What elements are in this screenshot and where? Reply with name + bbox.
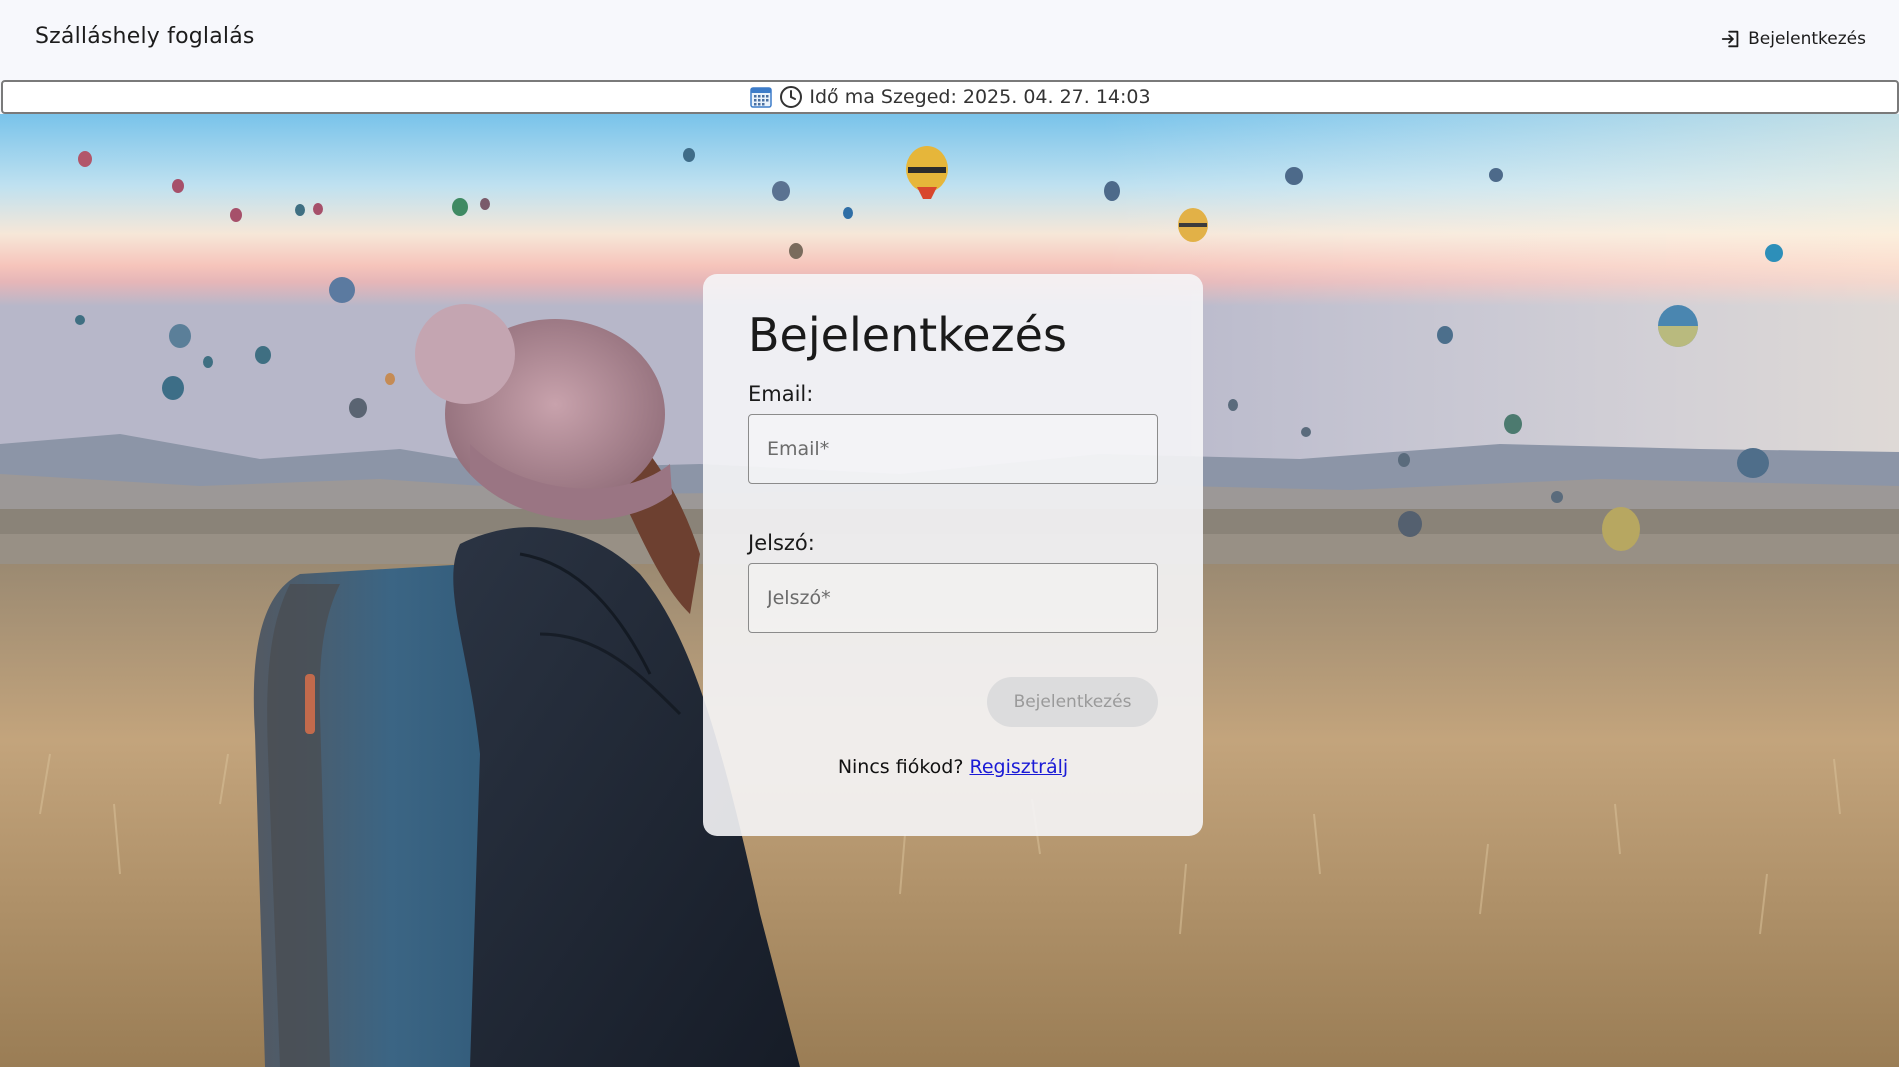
login-icon bbox=[1721, 30, 1739, 48]
email-label: Email: bbox=[748, 382, 814, 406]
login-card: Bejelentkezés Email: Jelszó: Bejelentkez… bbox=[703, 274, 1203, 836]
password-label: Jelszó: bbox=[748, 531, 815, 555]
email-input[interactable] bbox=[748, 414, 1158, 484]
signup-prompt: Nincs fiókod? bbox=[837, 756, 964, 778]
clock-icon bbox=[780, 86, 803, 108]
register-link[interactable]: Regisztrálj bbox=[969, 756, 1068, 778]
header-login-label: Bejelentkezés bbox=[1748, 29, 1866, 49]
date-time-text: Idő ma Szeged: 2025. 04. 27. 14:03 bbox=[809, 86, 1151, 108]
calendar-icon bbox=[750, 87, 773, 108]
password-input[interactable] bbox=[748, 563, 1158, 633]
login-title: Bejelentkezés bbox=[748, 308, 1067, 362]
signup-row: Nincs fiókod? Regisztrálj bbox=[703, 756, 1203, 778]
app-bar: Szálláshely foglalás Bejelentkezés bbox=[0, 0, 1899, 80]
header-login-button[interactable]: Bejelentkezés bbox=[1720, 28, 1866, 50]
login-submit-button[interactable]: Bejelentkezés bbox=[987, 677, 1158, 727]
app-brand-title[interactable]: Szálláshely foglalás bbox=[35, 24, 255, 49]
date-time-bar: Idő ma Szeged: 2025. 04. 27. 14:03 bbox=[1, 80, 1899, 114]
